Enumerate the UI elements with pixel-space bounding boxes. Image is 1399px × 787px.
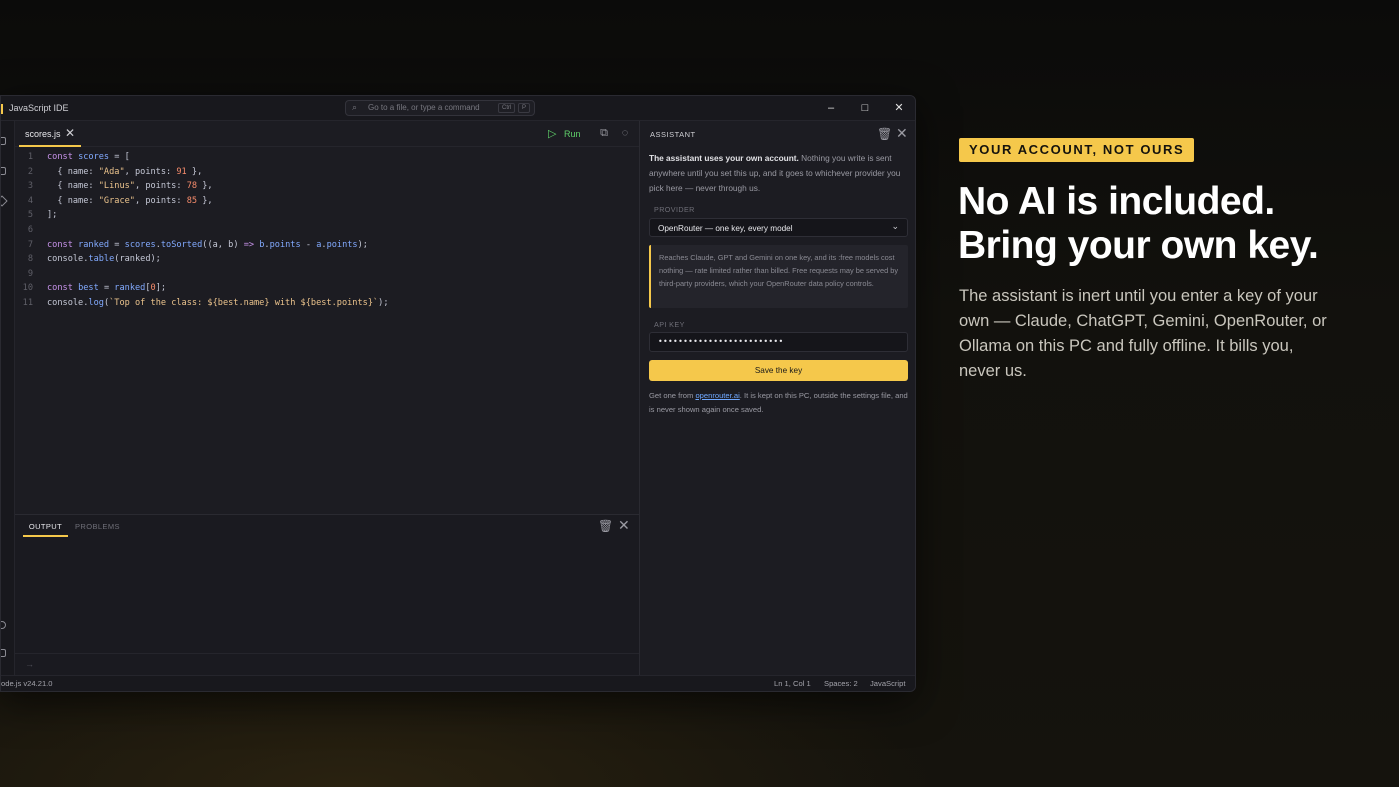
status-bar: ode.js v24.21.0 Ln 1, Col 1 Spaces: 2 Ja…	[1, 675, 915, 691]
play-icon: ▷	[548, 128, 557, 140]
indentation[interactable]: Spaces: 2	[824, 679, 858, 688]
code-line: 2 { name: "Ada", points: 91 },	[27, 166, 203, 177]
cursor-position[interactable]: Ln 1, Col 1	[774, 679, 811, 688]
files-icon[interactable]	[1, 167, 6, 175]
prompt-arrow-icon: →	[25, 659, 34, 669]
maximize-button[interactable]: □	[857, 100, 873, 116]
code-line: 10 const best = ranked[0];	[22, 283, 167, 294]
tab-scores-js[interactable]: scores.js ✕	[19, 121, 81, 147]
code-line: 4 { name: "Grace", points: 85 },	[27, 195, 213, 206]
ide-window: JavaScript IDE ⌕ Go to a file, or type a…	[0, 95, 916, 692]
code-line: 11 console.log(`Top of the class: ${best.…	[22, 298, 389, 308]
promo-body: The assistant is inert until you enter a…	[959, 287, 1327, 380]
chat-icon[interactable]: ◌	[619, 127, 631, 139]
promo-badge: YOUR ACCOUNT, NOT OURS	[959, 138, 1195, 162]
trash-icon[interactable]: 🗑	[598, 519, 613, 533]
close-window-button[interactable]: ✕	[891, 100, 907, 116]
code-editor[interactable]: scores.js ✕ ▷ Run ⧉ ◌ 1 const scores = [ …	[15, 121, 639, 541]
code-line: 1 const scores = [	[27, 152, 130, 162]
editor-tab-bar: scores.js ✕ ▷ Run ⧉ ◌	[15, 121, 639, 147]
search-icon: ⌕	[352, 102, 358, 112]
activity-bar	[1, 121, 15, 677]
settings-icon[interactable]	[1, 649, 6, 657]
copy-icon[interactable]: ⧉	[598, 127, 610, 139]
runtime-version: ode.js v24.21.0	[1, 679, 53, 688]
key-help-text: Get one from openrouter.ai. It is kept o…	[649, 391, 908, 414]
assistant-intro: The assistant uses your own account. Not…	[649, 151, 907, 196]
provider-label: PROVIDER	[654, 205, 695, 214]
app-title: JavaScript IDE	[9, 103, 69, 113]
provider-note: Reaches Claude, GPT and Gemini on one ke…	[649, 245, 908, 308]
headline-line-2: Bring your own key.	[958, 224, 1319, 267]
command-placeholder: Go to a file, or type a command	[368, 103, 480, 112]
explorer-icon[interactable]	[1, 137, 6, 145]
code-line: 8 console.table(ranked);	[27, 254, 161, 265]
code-line: 7 const ranked = scores.toSorted((a, b) =…	[27, 239, 368, 250]
code-line: 5];	[27, 210, 58, 221]
shortcut-key-ctrl: Ctrl	[498, 103, 516, 113]
app-accent	[1, 104, 3, 114]
run-label: Run	[564, 129, 581, 139]
provider-value: OpenRouter — one key, every model	[658, 224, 793, 233]
assistant-panel: ASSISTANT 🗑 ✕ The assistant uses your ow…	[639, 121, 915, 677]
api-key-label: API KEY	[654, 320, 685, 329]
shortcut-key-p: P	[518, 103, 531, 113]
tab-label: scores.js	[25, 129, 61, 139]
output-panel: OUTPUT PROBLEMS 🗑 ✕ →	[15, 514, 639, 677]
intro-bold: The assistant uses your own account.	[649, 153, 799, 163]
api-key-field[interactable]: •••••••••••••••••••••••••	[649, 332, 908, 352]
trash-icon[interactable]: 🗑	[877, 127, 892, 141]
code-line: 6	[27, 225, 33, 235]
openrouter-link[interactable]: openrouter.ai	[695, 391, 739, 400]
close-assistant-icon[interactable]: ✕	[896, 125, 908, 142]
minimize-button[interactable]: –	[823, 100, 839, 116]
close-panel-icon[interactable]: ✕	[618, 517, 630, 534]
account-icon[interactable]	[1, 621, 6, 629]
headline-line-1: No AI is included.	[958, 180, 1275, 223]
code-line: 9	[27, 268, 33, 279]
command-palette-input[interactable]: ⌕ Go to a file, or type a command Ctrl P	[345, 100, 535, 116]
code-line: 3 { name: "Linus", points: 78 },	[27, 181, 213, 192]
save-key-button[interactable]: Save the key	[649, 360, 908, 381]
tab-problems[interactable]: PROBLEMS	[75, 522, 120, 531]
title-bar: JavaScript IDE ⌕ Go to a file, or type a…	[1, 96, 915, 121]
promo-headline: No AI is included. Bring your own key.	[958, 180, 1378, 268]
console-input[interactable]: →	[15, 653, 639, 677]
tab-output[interactable]: OUTPUT	[23, 522, 68, 537]
debug-icon[interactable]	[1, 195, 8, 207]
provider-select[interactable]: OpenRouter — one key, every model ⌄	[649, 218, 908, 237]
assistant-header: ASSISTANT	[650, 130, 696, 139]
chevron-down-icon: ⌄	[891, 221, 899, 231]
close-icon[interactable]: ✕	[65, 126, 75, 140]
language-mode[interactable]: JavaScript	[870, 679, 905, 688]
